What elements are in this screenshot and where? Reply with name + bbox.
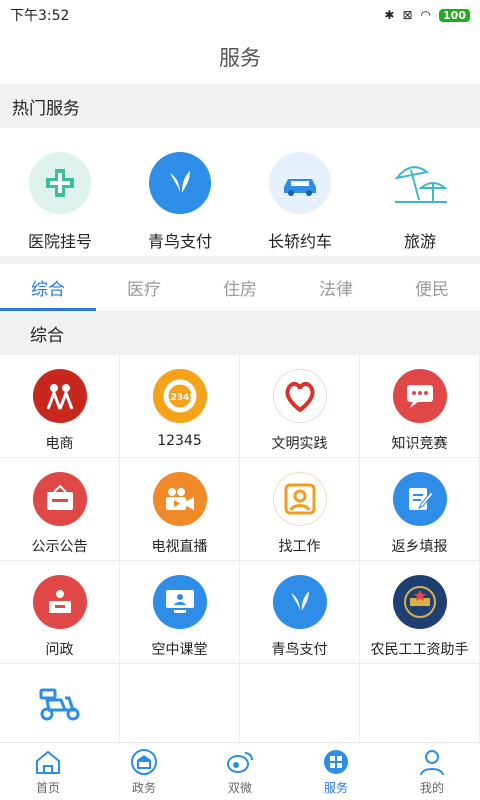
tab-general[interactable]: 综合 — [0, 264, 96, 311]
government-building-icon — [129, 747, 159, 777]
badge-icon — [392, 575, 447, 629]
hot-service-hospital[interactable]: 医院挂号 — [0, 128, 120, 256]
nav-label: 政务 — [131, 781, 156, 795]
service-bird-pay[interactable]: 青鸟支付 — [240, 561, 360, 664]
hot-service-bird-pay[interactable]: 青鸟支付 — [120, 128, 240, 256]
service-online-class[interactable]: 空中课堂 — [120, 561, 240, 664]
nav-social[interactable]: 双微 — [192, 743, 288, 800]
ecommerce-icon — [32, 369, 87, 423]
hot-service-car[interactable]: 长轿约车 — [240, 128, 360, 256]
service-12345[interactable]: 12345 12345 — [120, 355, 240, 458]
status-bar: 下午3:52 ✱ ⊠ ◠ 100 — [0, 0, 480, 30]
chat-bubble-icon — [392, 369, 447, 423]
service-ecommerce[interactable]: 电商 — [0, 355, 120, 458]
service-label: 空中课堂 — [151, 642, 208, 658]
service-label: 知识竞赛 — [391, 436, 448, 452]
wifi-icon: ◠ — [420, 8, 432, 22]
svg-text:12345: 12345 — [164, 393, 195, 403]
status-time: 下午3:52 — [10, 8, 70, 24]
category-tabs: 综合 医疗 住房 法律 便民 — [0, 264, 480, 312]
service-label: 12345 — [157, 433, 202, 449]
nav-label: 我的 — [419, 781, 444, 795]
podium-icon — [32, 575, 87, 629]
scooter-icon — [33, 678, 87, 732]
category-title: 综合 — [0, 312, 480, 355]
heart-icon — [272, 369, 327, 423]
status-icons: ✱ ⊠ ◠ 100 — [384, 8, 470, 22]
user-icon — [417, 747, 447, 777]
bird-icon — [272, 575, 327, 629]
video-camera-icon — [152, 472, 207, 526]
service-label: 农民工工资助手 — [370, 642, 469, 658]
service-label: 电视直播 — [151, 539, 208, 555]
tab-law[interactable]: 法律 — [288, 264, 384, 311]
service-jobs[interactable]: 找工作 — [240, 458, 360, 561]
service-quiz[interactable]: 知识竞赛 — [360, 355, 480, 458]
service-wage-helper[interactable]: 农民工工资助手 — [360, 561, 480, 664]
nav-service[interactable]: 服务 — [288, 743, 384, 800]
service-grid: 电商 12345 12345 文明实践 知识竞赛 公示公告 电视直播 找工作 返… — [0, 355, 480, 767]
service-label: 问政 — [45, 642, 74, 658]
hotline-icon: 12345 — [152, 369, 207, 423]
hot-services-row: 医院挂号 青鸟支付 长轿约车 旅游 — [0, 128, 480, 256]
service-civilization[interactable]: 文明实践 — [240, 355, 360, 458]
nav-profile[interactable]: 我的 — [384, 743, 480, 800]
tab-convenience[interactable]: 便民 — [384, 264, 480, 311]
service-label: 文明实践 — [271, 436, 328, 452]
person-search-icon — [272, 472, 327, 526]
service-tv-live[interactable]: 电视直播 — [120, 458, 240, 561]
car-icon — [269, 152, 331, 214]
hot-service-label: 医院挂号 — [27, 232, 92, 251]
service-label: 青鸟支付 — [271, 642, 328, 658]
edit-form-icon — [392, 472, 447, 526]
bottom-nav: 首页 政务 双微 服务 我的 — [0, 742, 480, 800]
hot-service-label: 长轿约车 — [267, 232, 332, 251]
service-inquiry[interactable]: 问政 — [0, 561, 120, 664]
sim-icon: ⊠ — [402, 8, 413, 22]
service-announcement[interactable]: 公示公告 — [0, 458, 120, 561]
hospital-cross-icon — [29, 152, 91, 214]
battery-icon: 100 — [439, 8, 470, 22]
nav-government[interactable]: 政务 — [96, 743, 192, 800]
hot-services-header: 热门服务 — [0, 84, 480, 128]
nav-home[interactable]: 首页 — [0, 743, 96, 800]
bluetooth-icon: ✱ — [384, 8, 395, 22]
bird-icon — [149, 152, 211, 214]
notice-board-icon — [32, 472, 87, 526]
nav-label: 双微 — [227, 781, 252, 795]
hot-service-travel[interactable]: 旅游 — [360, 128, 480, 256]
service-grid-icon — [321, 747, 351, 777]
nav-label: 服务 — [323, 781, 348, 795]
service-label: 公示公告 — [31, 539, 88, 555]
page-title: 服务 — [219, 46, 261, 70]
tab-housing[interactable]: 住房 — [192, 264, 288, 311]
online-class-icon — [152, 575, 207, 629]
service-label: 返乡填报 — [391, 539, 448, 555]
service-label: 电商 — [45, 436, 74, 452]
hot-service-label: 青鸟支付 — [147, 232, 212, 251]
service-return-report[interactable]: 返乡填报 — [360, 458, 480, 561]
nav-label: 首页 — [35, 781, 60, 795]
beach-umbrella-icon — [389, 152, 451, 214]
divider — [0, 256, 480, 264]
service-label: 找工作 — [278, 539, 321, 555]
tab-medical[interactable]: 医疗 — [96, 264, 192, 311]
home-icon — [33, 747, 63, 777]
hot-service-label: 旅游 — [403, 232, 436, 251]
weibo-icon — [225, 747, 255, 777]
